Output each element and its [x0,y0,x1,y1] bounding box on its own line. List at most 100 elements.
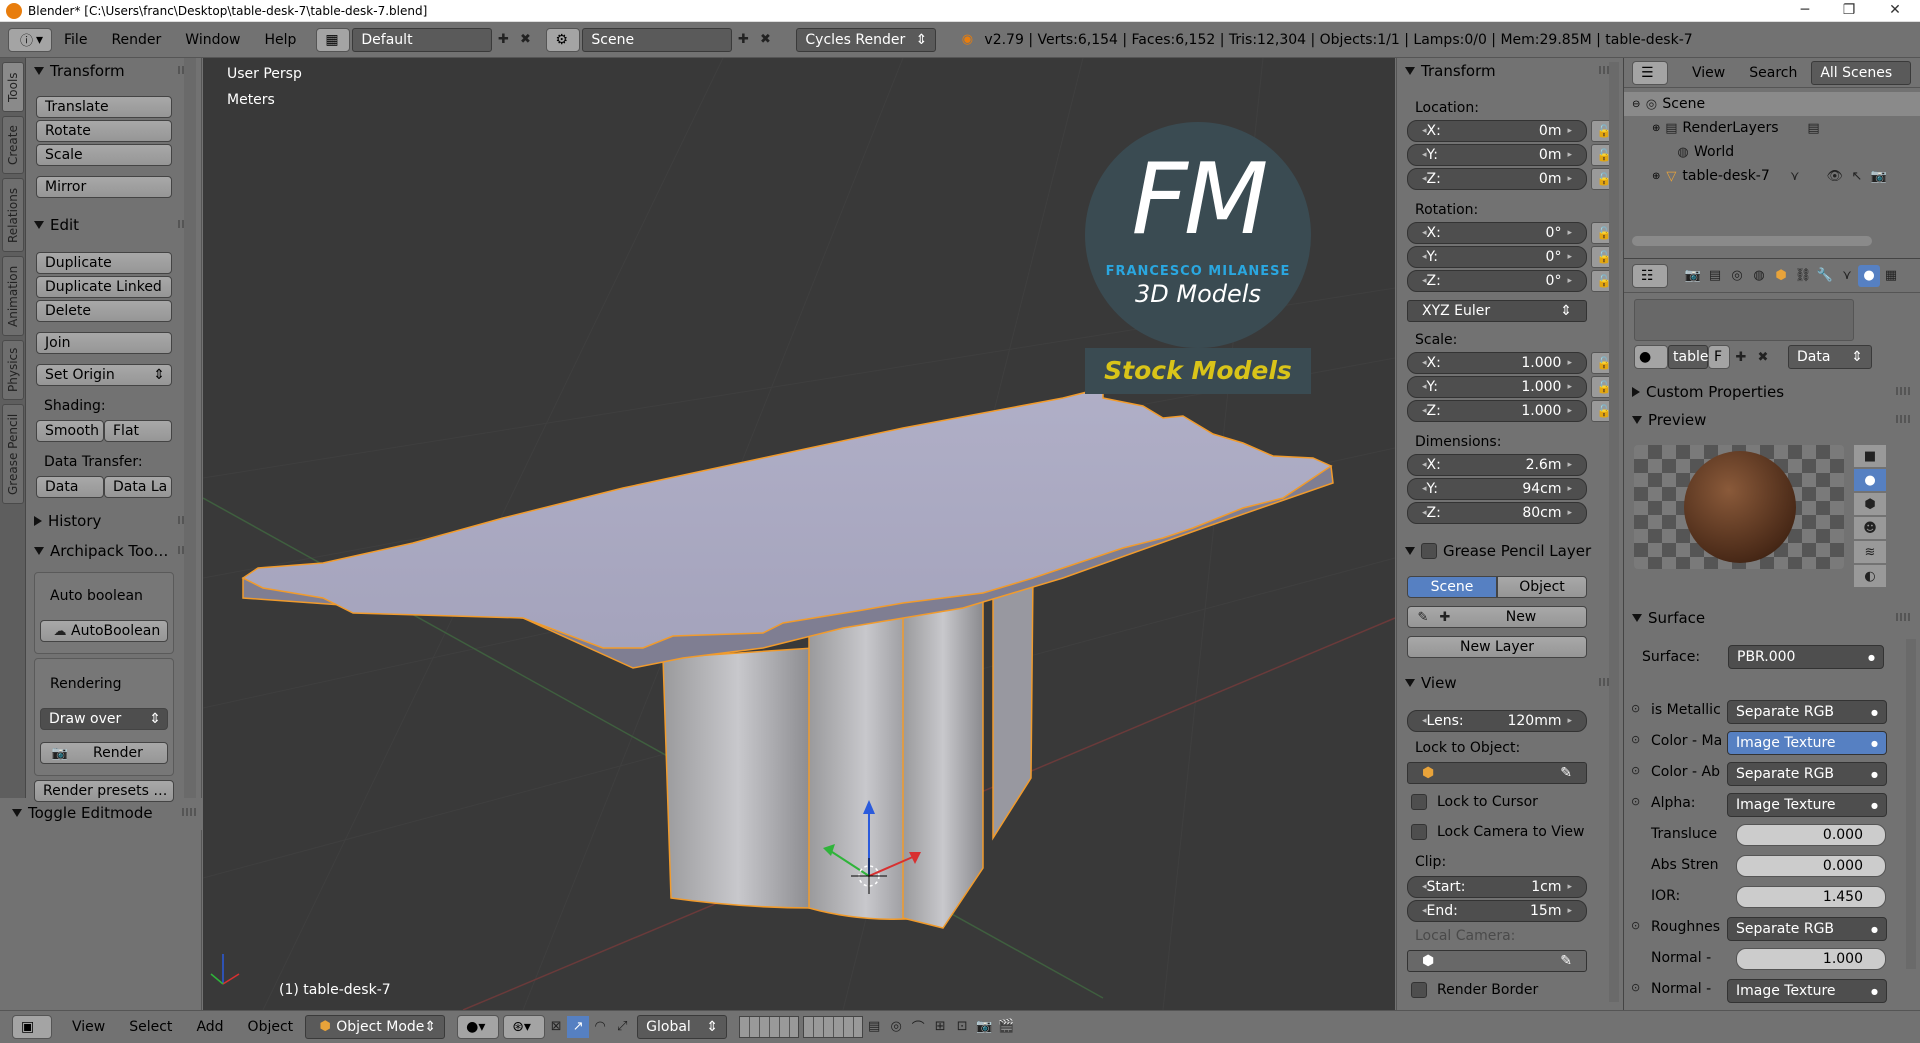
texture-tab-icon[interactable]: ▦ [1880,265,1902,287]
surface-link-field[interactable]: Image Texture ● [1727,793,1887,817]
modifiers-tab-icon[interactable]: 🔧 [1814,265,1836,287]
outliner-search-menu[interactable]: Search [1749,65,1797,81]
outliner-row-scene[interactable]: ⊖ ◎ Scene [1624,92,1920,116]
viewport-shading-select[interactable]: ●▾ [457,1014,500,1039]
menu-view[interactable]: View [60,1011,117,1043]
location-y-field[interactable]: ◂ Y: 0m ▸ [1407,144,1587,166]
material-link-select[interactable]: Data ⇕ [1788,345,1872,369]
add-material-icon[interactable]: ✚ [1730,346,1752,368]
scale-z-field[interactable]: ◂ Z: 1.000 ▸ [1407,400,1587,422]
lens-field[interactable]: ◂ Lens: 120mm ▸ [1407,710,1587,732]
panel-history-header[interactable]: History [34,510,194,532]
custom-properties-header[interactable]: Custom Properties [1632,381,1912,403]
snap-target-icon[interactable]: ⊡ [951,1016,973,1038]
socket-link-icon[interactable]: ⊙ [1631,919,1640,932]
grease-pencil-checkbox[interactable] [1421,543,1437,559]
add-scene-icon[interactable]: ✚ [732,29,754,51]
drag-handle-icon[interactable] [1896,613,1910,621]
rotation-y-field[interactable]: ◂ Y: 0° ▸ [1407,246,1587,268]
outliner-row-table-desk[interactable]: ⊕ ▽ table-desk-7 ⋎ 👁 ↖ 📷 [1624,164,1920,188]
mirror-button[interactable]: Mirror [36,176,172,198]
material-name-field[interactable]: table- [1668,345,1714,369]
eyedropper-icon[interactable]: ✎ [1560,765,1572,781]
snap-element-icon[interactable]: ⊞ [929,1016,951,1038]
gp-object-toggle[interactable]: Object [1497,576,1587,598]
material-slot-list[interactable] [1634,299,1854,341]
cursor-select-icon[interactable]: ↖ [1846,165,1868,187]
n-panel-scrollbar[interactable] [1609,62,1619,1002]
surface-link-field[interactable]: Image Texture ● [1727,731,1887,755]
tab-create[interactable]: Create [2,116,24,174]
toolshelf-scrollbar[interactable] [184,58,196,798]
socket-link-icon[interactable]: ⊙ [1631,764,1640,777]
scene-tab-icon[interactable]: ◎ [1726,265,1748,287]
proportional-edit-icon[interactable]: ◎ [885,1016,907,1038]
surface-value-field[interactable]: 1.000 [1736,948,1886,970]
tab-physics[interactable]: Physics [2,340,24,400]
menu-file[interactable]: File [52,22,99,58]
location-z-field[interactable]: ◂ Z: 0m ▸ [1407,168,1587,190]
close-button[interactable]: ✕ [1872,0,1918,22]
surface-link-field[interactable]: Image Texture ● [1727,979,1887,1003]
preview-sphere-icon[interactable]: ● [1854,469,1886,491]
preview-monkey-icon[interactable]: ☻ [1854,517,1886,539]
socket-link-icon[interactable]: ⊙ [1631,702,1640,715]
manipulator-toggle-icon[interactable]: ⊠ [545,1016,567,1038]
tab-tools[interactable]: Tools [2,62,24,112]
viewport-editor-icon[interactable]: ▣ [12,1014,52,1039]
panel-archipack-header[interactable]: Archipack Too… [34,540,194,562]
dimension-y-field[interactable]: ◂ Y: 94cm ▸ [1407,478,1587,500]
drag-handle-icon[interactable] [182,808,196,816]
material-browse-icon[interactable]: ● [1634,345,1668,369]
add-layout-icon[interactable]: ✚ [492,29,514,51]
surface-link-field[interactable]: Separate RGB ● [1727,917,1887,941]
render-camera-icon[interactable]: 📷 [1868,165,1890,187]
rotate-button[interactable]: Rotate [36,120,172,142]
data-transfer-button[interactable]: Data [36,476,104,498]
panel-toggle-editmode-header[interactable]: Toggle Editmode [12,802,198,824]
outliner-hscrollbar[interactable] [1632,236,1872,246]
remove-material-icon[interactable]: ✖ [1752,346,1774,368]
mode-select[interactable]: ⬢ Object Mode ⇕ [305,1014,446,1039]
tab-grease-pencil[interactable]: Grease Pencil [2,404,24,504]
opengl-render-icon[interactable]: 📷 [973,1016,995,1038]
socket-link-icon[interactable]: ⊙ [1631,733,1640,746]
scale-manipulator-icon[interactable]: ⤢ [611,1016,633,1038]
preview-flat-icon[interactable]: ■ [1854,445,1886,467]
join-button[interactable]: Join [36,332,172,354]
lock-camera-checkbox[interactable] [1411,824,1427,840]
n-view-header[interactable]: View [1405,672,1615,694]
menu-select[interactable]: Select [117,1011,184,1043]
socket-link-icon[interactable]: ⊙ [1631,981,1640,994]
gp-scene-toggle[interactable]: Scene [1407,576,1497,598]
clip-end-field[interactable]: ◂ End: 15m ▸ [1407,900,1587,922]
maximize-button[interactable]: ❐ [1826,0,1872,22]
duplicate-button[interactable]: Duplicate [36,252,172,274]
panel-edit-header[interactable]: Edit [34,214,194,236]
orientation-select[interactable]: Global ⇕ [637,1014,728,1039]
snap-toggle-icon[interactable]: ⌒ [907,1016,929,1038]
location-x-field[interactable]: ◂ X: 0m ▸ [1407,120,1587,142]
draw-over-select[interactable]: Draw over ⇕ [40,708,168,730]
scale-x-field[interactable]: ◂ X: 1.000 ▸ [1407,352,1587,374]
outliner-filter-select[interactable]: All Scenes [1811,60,1912,85]
outliner-row-world[interactable]: ◍ World [1624,140,1920,164]
properties-scrollbar[interactable] [1906,639,1916,969]
preview-sky-icon[interactable]: ◐ [1854,565,1886,587]
dimension-x-field[interactable]: ◂ X: 2.6m ▸ [1407,454,1587,476]
outliner-view-menu[interactable]: View [1692,65,1725,81]
smooth-button[interactable]: Smooth [36,420,104,442]
menu-help[interactable]: Help [252,22,308,58]
n-transform-header[interactable]: Transform [1405,60,1615,82]
data-layout-button[interactable]: Data La [104,476,172,498]
menu-add[interactable]: Add [184,1011,235,1043]
surface-link-field[interactable]: Separate RGB ● [1727,700,1887,724]
layers-grid-2[interactable] [803,1015,864,1038]
n-grease-pencil-header[interactable]: Grease Pencil Layer [1405,540,1615,562]
surface-header[interactable]: Surface [1632,607,1912,629]
gp-new-button[interactable]: ✎ ✚ New [1407,606,1587,628]
outliner-editor-icon[interactable]: ☰ [1632,60,1668,85]
clip-start-field[interactable]: ◂ Start: 1cm ▸ [1407,876,1587,898]
outliner-row-renderlayers[interactable]: ⊕ ▤ RenderLayers ▤ [1624,116,1920,140]
object-tab-icon[interactable]: ⬢ [1770,265,1792,287]
